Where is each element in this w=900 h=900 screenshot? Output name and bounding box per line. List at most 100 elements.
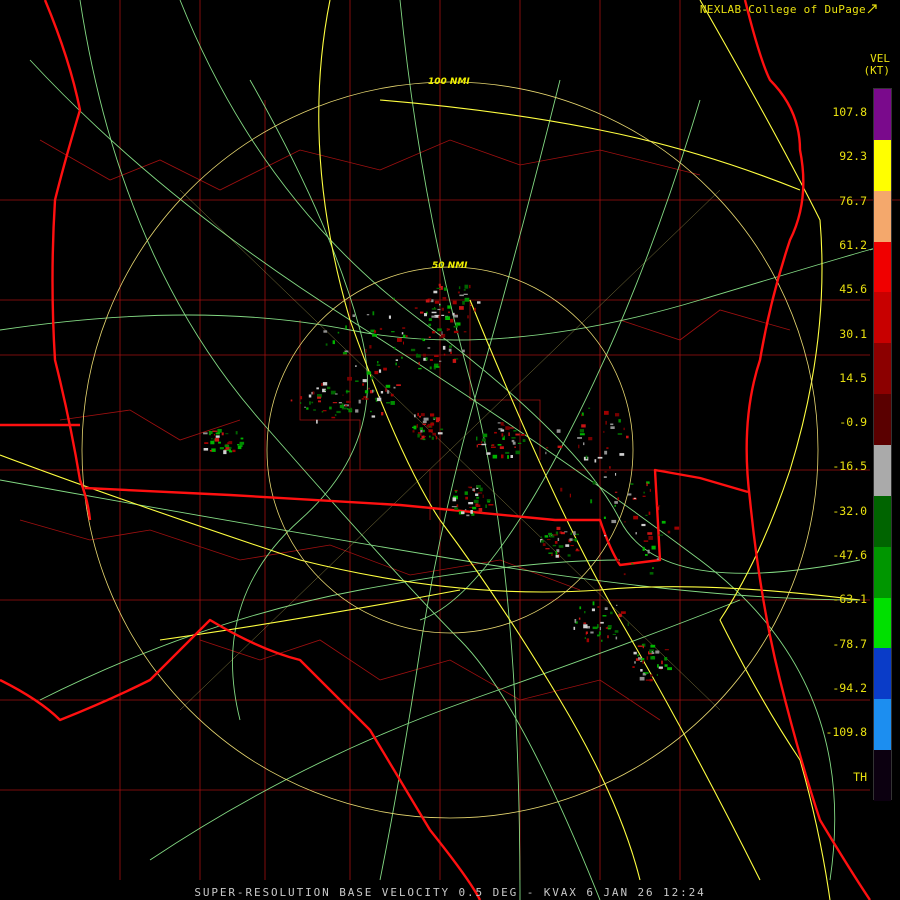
echo-pixel (393, 297, 395, 300)
echo-pixel (649, 572, 654, 575)
echo-pixel (651, 651, 653, 653)
echo-pixel (447, 328, 450, 331)
echo-pixel (556, 526, 561, 530)
echo-pixel (450, 351, 452, 354)
echo-pixel (624, 521, 626, 523)
echo-pixel (435, 435, 438, 440)
echo-pixel (463, 331, 467, 333)
echo-pixel (362, 379, 367, 383)
echo-pixel (647, 532, 653, 535)
colorbar-segment (874, 445, 891, 497)
echo-pixel (603, 516, 606, 519)
echo-pixel (429, 359, 433, 361)
echo-pixel (391, 331, 395, 333)
colorbar-segment (874, 292, 891, 344)
echo-pixel (445, 316, 450, 320)
echo-pixel (374, 330, 377, 333)
product-footer: SUPER-RESOLUTION BASE VELOCITY 0.5 DEG -… (194, 886, 706, 899)
echo-pixel (313, 409, 316, 411)
echo-pixel (463, 289, 466, 291)
echo-pixel (402, 327, 406, 329)
echo-pixel (464, 297, 470, 302)
echo-pixel (215, 435, 220, 438)
echo-pixel (322, 382, 328, 386)
echo-pixel (215, 432, 220, 435)
echo-pixel (497, 422, 501, 424)
echo-pixel (466, 514, 470, 517)
echo-pixel (597, 606, 600, 608)
echo-pixel (429, 366, 432, 370)
echo-pixel (499, 446, 504, 449)
echo-pixel (441, 314, 445, 316)
echo-pixel (345, 390, 350, 393)
colorbar-segment (874, 699, 891, 751)
echo-pixel (316, 419, 318, 424)
echo-pixel (457, 291, 460, 294)
echo-pixel (212, 430, 218, 432)
echo-pixel (424, 436, 426, 438)
echo-pixel (520, 434, 525, 436)
echo-pixel (372, 389, 374, 393)
echo-pixel (347, 376, 352, 381)
echo-pixel (358, 399, 361, 404)
echo-pixel (658, 534, 664, 536)
echo-pixel (468, 502, 474, 505)
echo-pixel (513, 430, 517, 432)
echo-pixel (641, 644, 644, 646)
echo-pixel (420, 430, 423, 433)
echo-pixel (377, 361, 379, 364)
echo-pixel (350, 407, 352, 412)
echo-pixel (308, 394, 312, 398)
echo-pixel (327, 386, 331, 390)
echo-pixel (232, 449, 236, 453)
echo-pixel (240, 437, 244, 440)
echo-pixel (385, 388, 387, 392)
colorbar-segment (874, 750, 891, 802)
echo-pixel (631, 563, 634, 565)
echo-pixel (361, 398, 365, 400)
colorbar-label: -78.7 (832, 636, 867, 651)
echo-pixel (373, 390, 375, 392)
echo-pixel (515, 450, 521, 455)
echo-pixel (321, 411, 324, 413)
echo-pixel (576, 548, 579, 551)
echo-pixel (633, 651, 637, 655)
echo-pixel (211, 448, 216, 452)
echo-pixel (370, 410, 372, 413)
echo-pixel (614, 504, 616, 507)
echo-pixel (403, 341, 404, 345)
radar-echoes (203, 283, 680, 682)
echo-pixel (651, 545, 656, 550)
echo-pixel (551, 553, 553, 556)
echo-pixel (418, 367, 422, 370)
echo-pixel (379, 327, 383, 330)
echo-pixel (432, 432, 436, 436)
echo-pixel (517, 442, 522, 444)
echo-pixel (645, 514, 648, 516)
echo-pixel (372, 334, 377, 337)
echo-pixel (578, 617, 581, 620)
echo-pixel (431, 311, 437, 314)
echo-pixel (472, 488, 475, 491)
echo-pixel (477, 492, 483, 494)
echo-pixel (441, 336, 444, 339)
echo-pixel (597, 456, 603, 459)
colorbar-label: -16.5 (832, 459, 867, 474)
echo-pixel (380, 391, 384, 394)
echo-pixel (604, 607, 608, 610)
echo-pixel (453, 330, 459, 334)
echo-pixel (369, 345, 372, 349)
echo-pixel (366, 371, 372, 375)
echo-pixel (434, 300, 440, 304)
echo-pixel (376, 397, 382, 402)
echo-pixel (347, 408, 349, 410)
echo-pixel (418, 361, 420, 365)
colorbar-label: TH (853, 769, 867, 784)
echo-pixel (463, 293, 468, 295)
echo-pixel (481, 438, 486, 442)
echo-pixel (401, 356, 403, 359)
colorbar-label: 107.8 (832, 105, 867, 119)
echo-pixel (437, 328, 442, 332)
echo-pixel (482, 494, 484, 498)
echo-pixel (441, 331, 443, 335)
